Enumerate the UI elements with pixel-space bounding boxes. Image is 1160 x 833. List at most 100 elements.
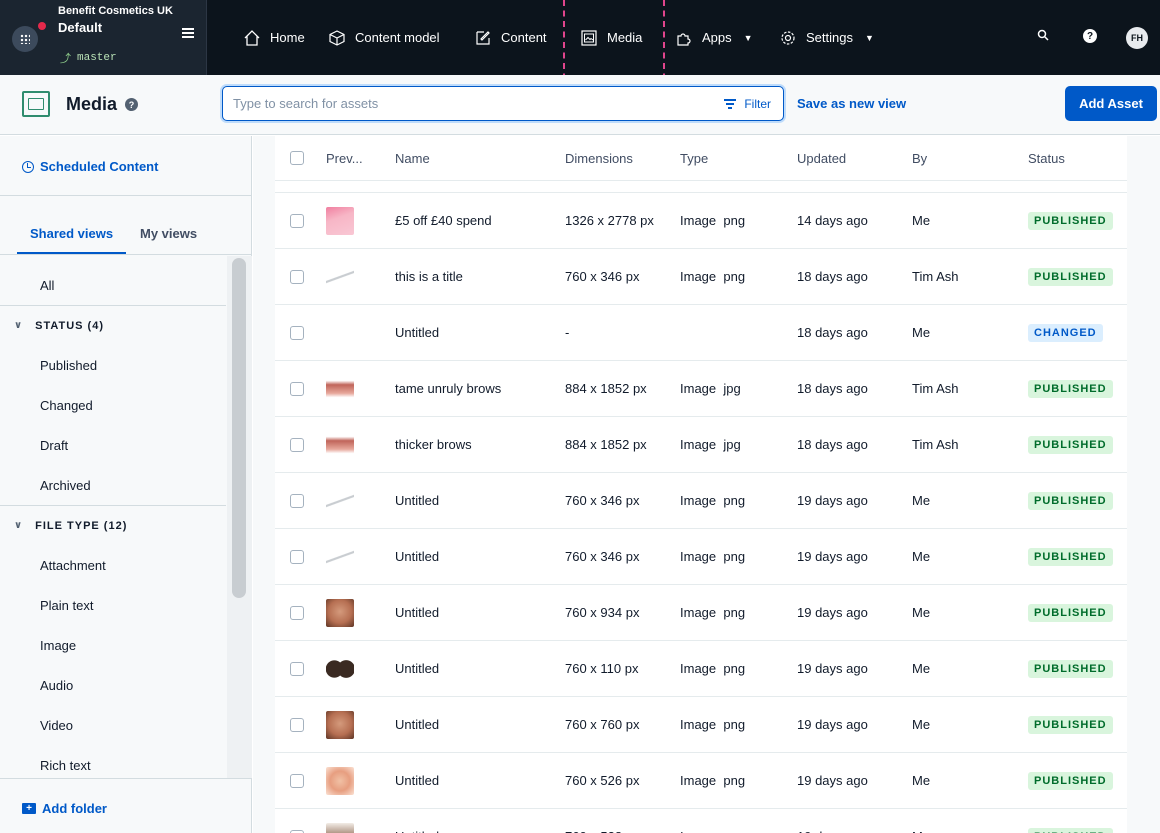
table-row[interactable]: £5 off £40 spend 1326 x 2778 px Image png 1… — [275, 193, 1127, 249]
view-rich-text[interactable]: Rich text — [0, 745, 226, 777]
row-checkbox[interactable] — [290, 585, 304, 640]
table-row[interactable]: Untitled 760 x 934 px Image png 19 days ago… — [275, 585, 1127, 641]
search-icon[interactable] — [1037, 29, 1049, 41]
asset-name[interactable]: Untitled — [395, 473, 555, 528]
preview-cell[interactable] — [326, 529, 354, 584]
avatar[interactable]: FH — [1126, 27, 1148, 49]
space-grid-icon[interactable] — [12, 26, 38, 52]
view-archived[interactable]: Archived — [0, 465, 226, 505]
table-row[interactable]: Untitled - 18 days ago Me CHANGED — [275, 305, 1127, 361]
table-row[interactable]: this is a title 760 x 346 px Image png 18 d… — [275, 249, 1127, 305]
preview-cell[interactable] — [326, 809, 354, 833]
nav-settings[interactable]: Settings ▼ — [778, 0, 874, 75]
table-row[interactable]: thicker brows 884 x 1852 px Image jpg 18 da… — [275, 417, 1127, 473]
status-group-header[interactable]: ∨ STATUS (4) — [0, 305, 226, 345]
view-changed[interactable]: Changed — [0, 385, 226, 425]
tab-my-views[interactable]: My views — [140, 226, 197, 241]
help-icon[interactable]: ? — [125, 98, 138, 111]
asset-updated: 19 days ago — [797, 661, 868, 676]
view-draft[interactable]: Draft — [0, 425, 226, 465]
table-row[interactable]: Untitled 760 x 526 px Image png 19 days ago… — [275, 753, 1127, 809]
table-row[interactable]: Untitled 760 x 528 px Image png 19 days ago… — [275, 809, 1127, 833]
asset-search-field[interactable] — [233, 87, 703, 120]
row-checkbox[interactable] — [290, 753, 304, 808]
asset-name[interactable]: Untitled — [395, 809, 555, 833]
row-checkbox[interactable] — [290, 305, 304, 360]
add-asset-button[interactable]: Add Asset — [1065, 86, 1157, 121]
asset-name[interactable]: Untitled — [395, 529, 555, 584]
nav-media[interactable]: Media — [579, 0, 642, 75]
space-switcher[interactable]: Benefit Cosmetics UK Default ⤴ master — [0, 0, 207, 75]
status-badge: PUBLISHED — [1028, 267, 1113, 286]
help-icon[interactable]: ? — [1083, 29, 1097, 43]
table-row[interactable]: Untitled 760 x 110 px Image png 19 days ago… — [275, 641, 1127, 697]
tab-shared-views[interactable]: Shared views — [30, 226, 113, 241]
row-checkbox[interactable] — [290, 473, 304, 528]
table-row[interactable]: Untitled 760 x 346 px Image png 19 days ago… — [275, 473, 1127, 529]
asset-name[interactable]: thicker brows — [395, 417, 555, 472]
row-checkbox[interactable] — [290, 809, 304, 833]
asset-name[interactable]: Untitled — [395, 753, 555, 808]
row-checkbox[interactable] — [290, 529, 304, 584]
asset-updated: 18 days ago — [797, 325, 868, 340]
column-header-by[interactable]: By — [912, 136, 927, 180]
asset-type: Image png — [680, 213, 746, 228]
nav-apps[interactable]: Apps ▼ — [674, 0, 753, 75]
preview-cell[interactable] — [326, 193, 354, 248]
search-input[interactable]: Filter — [222, 86, 784, 121]
table-scroll-area[interactable] — [1128, 136, 1160, 833]
column-header-dimensions[interactable]: Dimensions — [565, 136, 633, 180]
table-row[interactable]: Untitled 760 x 346 px Image png 19 days ago… — [275, 529, 1127, 585]
save-as-new-view-link[interactable]: Save as new view — [797, 96, 906, 111]
view-all[interactable]: All — [0, 265, 226, 305]
asset-name[interactable]: Untitled — [395, 585, 555, 640]
filetype-group-header[interactable]: ∨ FILE TYPE (12) — [0, 505, 226, 545]
scheduled-content-link[interactable]: Scheduled Content — [22, 159, 158, 174]
nav-content-model[interactable]: Content model — [327, 0, 440, 75]
column-header-type[interactable]: Type — [680, 136, 708, 180]
select-all-checkbox[interactable] — [290, 136, 304, 180]
preview-cell[interactable] — [326, 473, 354, 528]
view-audio[interactable]: Audio — [0, 665, 226, 705]
preview-cell[interactable] — [326, 417, 354, 472]
asset-name[interactable]: this is a title — [395, 249, 555, 304]
add-folder-button[interactable]: + Add folder — [22, 801, 107, 816]
preview-cell[interactable] — [326, 585, 354, 640]
row-checkbox[interactable] — [290, 193, 304, 248]
nav-home[interactable]: Home — [242, 0, 305, 75]
preview-cell[interactable] — [326, 697, 354, 752]
preview-cell[interactable] — [326, 641, 354, 696]
column-header-updated[interactable]: Updated — [797, 136, 846, 180]
table-row[interactable]: Untitled 760 x 760 px Image png 19 days ago… — [275, 697, 1127, 753]
view-image[interactable]: Image — [0, 625, 226, 665]
preview-cell[interactable] — [326, 305, 354, 360]
row-checkbox[interactable] — [290, 249, 304, 304]
view-plain-text[interactable]: Plain text — [0, 585, 226, 625]
table-row[interactable]: tame unruly brows 884 x 1852 px Image jpg 1… — [275, 361, 1127, 417]
row-checkbox[interactable] — [290, 641, 304, 696]
sidebar-scrollbar-thumb[interactable] — [232, 258, 246, 598]
view-video[interactable]: Video — [0, 705, 226, 745]
menu-icon[interactable] — [182, 28, 194, 38]
filter-button[interactable]: Filter — [724, 87, 771, 120]
view-attachment[interactable]: Attachment — [0, 545, 226, 585]
asset-name[interactable]: Untitled — [395, 305, 555, 360]
column-header-name[interactable]: Name — [395, 136, 430, 180]
column-header-status[interactable]: Status — [1028, 136, 1065, 180]
asset-name[interactable]: tame unruly brows — [395, 361, 555, 416]
row-checkbox[interactable] — [290, 417, 304, 472]
asset-type: Image png — [680, 605, 746, 620]
status-cell: PUBLISHED — [1028, 473, 1113, 528]
asset-name[interactable]: Untitled — [395, 697, 555, 752]
asset-name[interactable]: £5 off £40 spend — [395, 193, 555, 248]
nav-content[interactable]: Content — [473, 0, 547, 75]
preview-cell[interactable] — [326, 361, 354, 416]
view-published[interactable]: Published — [0, 345, 226, 385]
preview-cell[interactable] — [326, 753, 354, 808]
column-header-preview[interactable]: Prev... — [326, 136, 363, 180]
asset-dimensions: 884 x 1852 px — [565, 381, 647, 396]
row-checkbox[interactable] — [290, 361, 304, 416]
row-checkbox[interactable] — [290, 697, 304, 752]
asset-name[interactable]: Untitled — [395, 641, 555, 696]
preview-cell[interactable] — [326, 249, 354, 304]
